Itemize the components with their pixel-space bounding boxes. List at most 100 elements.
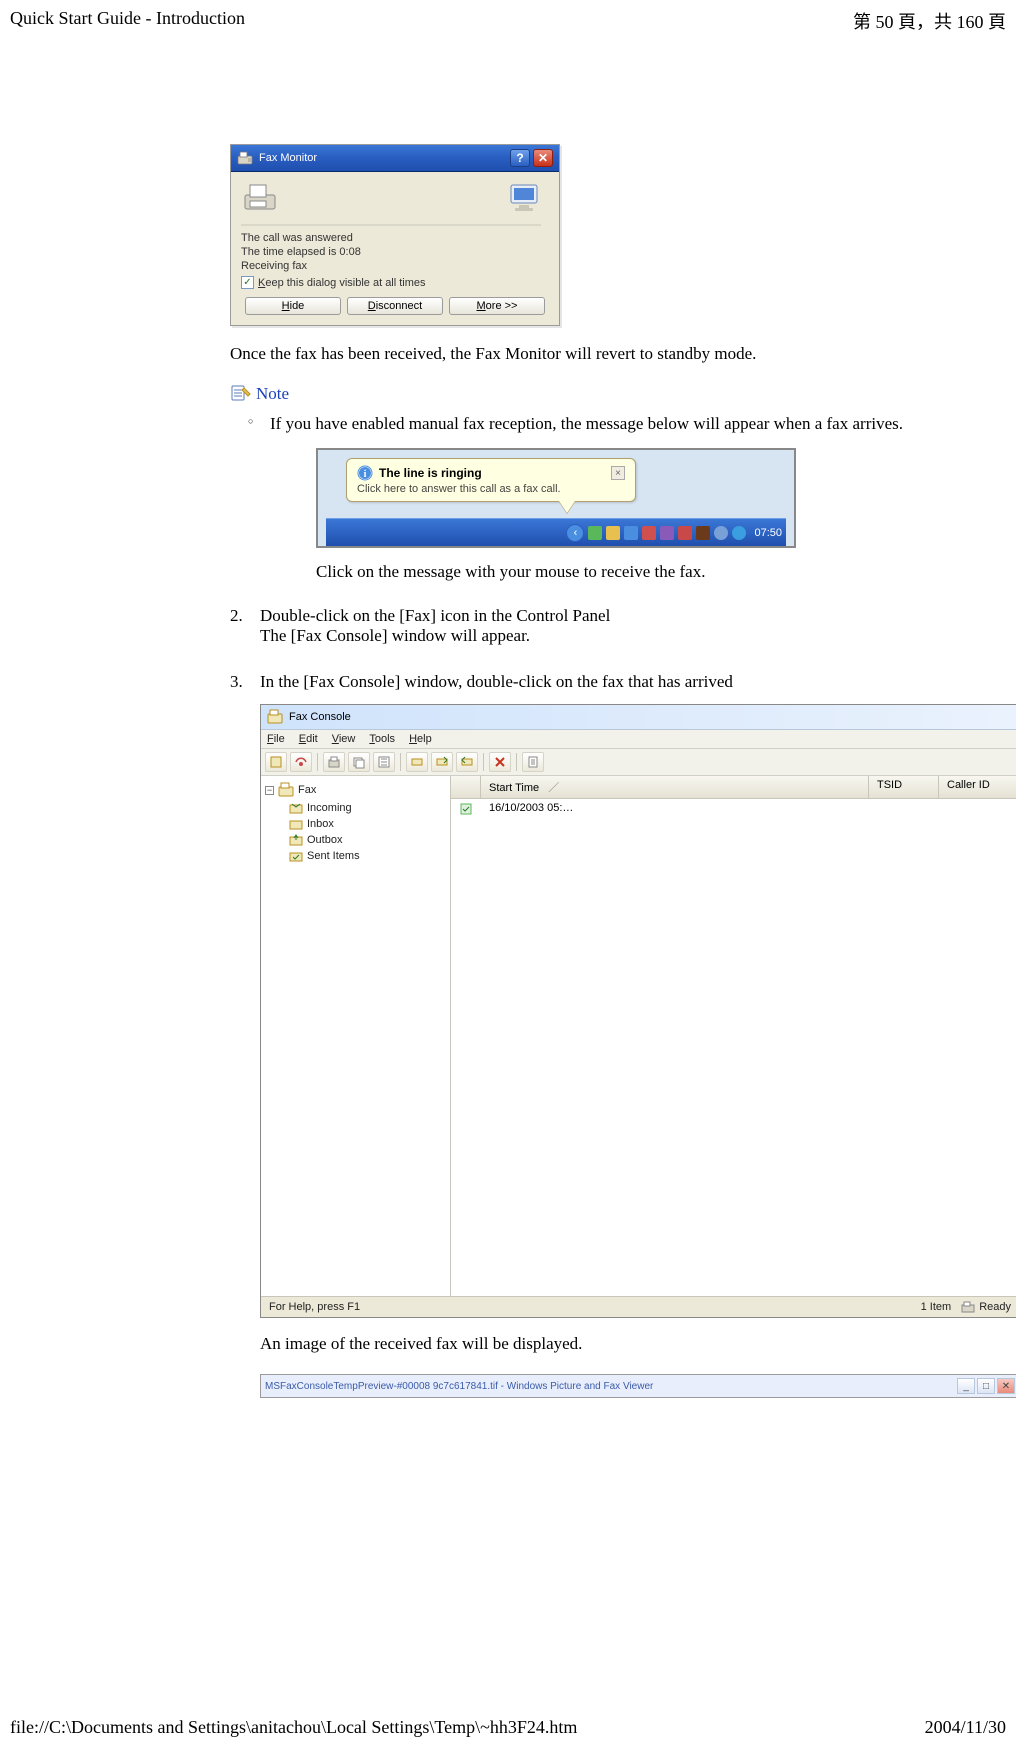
step-2: 2. Double-click on the [Fax] icon in the… [230,606,996,646]
click-message: Click on the message with your mouse to … [316,562,996,582]
hide-button[interactable]: Hide [245,297,341,315]
tree-inbox[interactable]: Inbox [289,816,446,832]
fax-console-title: Fax Console [289,711,351,723]
step-number: 3. [230,672,243,692]
paragraph-after-console: An image of the received fax will be dis… [260,1334,996,1354]
menu-edit[interactable]: Edit [299,733,318,745]
toolbar-button[interactable] [348,752,370,772]
tray-icon[interactable] [624,526,638,540]
note-list-item: If you have enabled manual fax reception… [248,414,996,582]
status-help: For Help, press F1 [269,1301,360,1313]
col-tsid[interactable]: TSID [869,776,939,798]
keep-visible-label: Keep this dialog visible at all times [258,277,426,289]
checkbox-icon: ✓ [241,276,254,289]
tray-clock: 07:50 [754,527,782,539]
page-indicator: 第 50 頁，共 160 頁 [853,8,1006,34]
balloon-notification[interactable]: i The line is ringing × Click here to an… [346,458,636,502]
page-header: Quick Start Guide - Introduction 第 50 頁，… [0,0,1016,34]
fax-item-icon [459,802,473,816]
divider-line [241,224,541,226]
tray-icon[interactable] [696,526,710,540]
tray-icon[interactable] [732,526,746,540]
step-number: 2. [230,606,243,626]
page-footer: file://C:\Documents and Settings\anitach… [10,1717,1006,1738]
taskbar-tray: ‹ 07:50 [326,518,786,546]
note-icon [230,384,252,404]
menu-tools[interactable]: Tools [369,733,395,745]
minimize-button[interactable]: _ [957,1378,975,1394]
col-start-time[interactable]: Start Time ／ [481,776,869,798]
footer-date: 2004/11/30 [925,1717,1006,1738]
keep-visible-checkbox[interactable]: ✓ Keep this dialog visible at all times [241,276,549,289]
fax-console-titlebar: Fax Console [261,705,1016,730]
step-3: 3. In the [Fax Console] window, double-c… [230,672,996,1398]
fax-console-list: Start Time ／ TSID Caller ID 16/10/2003 0… [451,776,1016,1296]
note-label: Note [256,384,289,404]
fax-console-statusbar: For Help, press F1 1 Item Ready [261,1296,1016,1317]
fax-monitor-title: Fax Monitor [259,152,317,164]
fax-console-tree: − Fax Incoming Inbox [261,776,451,1296]
fax-console-menubar: File Edit View Tools Help [261,730,1016,749]
tray-icon[interactable] [660,526,674,540]
balloon-body-text: Click here to answer this call as a fax … [357,483,625,495]
toolbar-button[interactable] [323,752,345,772]
fax-console-window: Fax Console File Edit View Tools Help [260,704,1016,1318]
fax-monitor-dialog: Fax Monitor ? ✕ The call was answered Th… [230,144,560,326]
balloon-close-button[interactable]: × [611,466,625,480]
fax-monitor-titlebar: Fax Monitor ? ✕ [231,145,559,172]
incoming-icon [289,801,303,815]
menu-view[interactable]: View [332,733,356,745]
paragraph-after-monitor: Once the fax has been received, the Fax … [230,344,996,364]
tray-expand-icon[interactable]: ‹ [566,524,584,542]
menu-help[interactable]: Help [409,733,432,745]
fax-root-icon [278,782,294,798]
printer-icon [241,180,285,216]
step-2-line-1: Double-click on the [Fax] icon in the Co… [260,606,996,626]
col-caller-id[interactable]: Caller ID [939,776,1016,798]
monitor-icon [505,180,549,216]
menu-file[interactable]: File [267,733,285,745]
tray-icon[interactable] [642,526,656,540]
close-button[interactable]: ✕ [533,149,553,167]
toolbar-button[interactable] [522,752,544,772]
status-line-2: The time elapsed is 0:08 [241,246,549,258]
toolbar-button[interactable] [265,752,287,772]
tree-outbox[interactable]: Outbox [289,832,446,848]
tray-notification-box: i The line is ringing × Click here to an… [316,448,796,548]
help-button[interactable]: ? [510,149,530,167]
footer-path: file://C:\Documents and Settings\anitach… [10,1717,577,1738]
close-button[interactable]: ✕ [997,1378,1015,1394]
status-ready: Ready [961,1300,1011,1314]
tree-root-fax[interactable]: − Fax [265,782,446,798]
tray-icon[interactable] [606,526,620,540]
balloon-title-text: The line is ringing [379,466,482,480]
toolbar-button[interactable] [431,752,453,772]
step-2-line-2: The [Fax Console] window will appear. [260,626,996,646]
tray-icon[interactable] [678,526,692,540]
tray-icon[interactable] [714,526,728,540]
toolbar-button[interactable] [456,752,478,772]
col-icon[interactable] [451,776,481,798]
content: Fax Monitor ? ✕ The call was answered Th… [230,144,996,1398]
sent-icon [289,849,303,863]
list-header: Start Time ／ TSID Caller ID [451,776,1016,799]
inbox-icon [289,817,303,831]
more-button[interactable]: More >> [449,297,545,315]
picture-viewer-titlebar: MSFaxConsoleTempPreview-#00008 9c7c61784… [260,1374,1016,1398]
toolbar-button[interactable] [406,752,428,772]
toolbar-button[interactable] [290,752,312,772]
fax-console-toolbar [261,749,1016,776]
status-line-3: Receiving fax [241,260,549,272]
toolbar-delete-button[interactable] [489,752,511,772]
row-start-time: 16/10/2003 05:… [481,799,869,822]
tree-sent-items[interactable]: Sent Items [289,848,446,864]
table-row[interactable]: 16/10/2003 05:… [451,799,1016,823]
svg-text:i: i [364,469,367,480]
fax-console-icon [267,709,283,725]
disconnect-button[interactable]: Disconnect [347,297,443,315]
tree-incoming[interactable]: Incoming [289,800,446,816]
viewer-title: MSFaxConsoleTempPreview-#00008 9c7c61784… [265,1381,653,1392]
tray-icon[interactable] [588,526,602,540]
toolbar-button[interactable] [373,752,395,772]
maximize-button[interactable]: □ [977,1378,995,1394]
